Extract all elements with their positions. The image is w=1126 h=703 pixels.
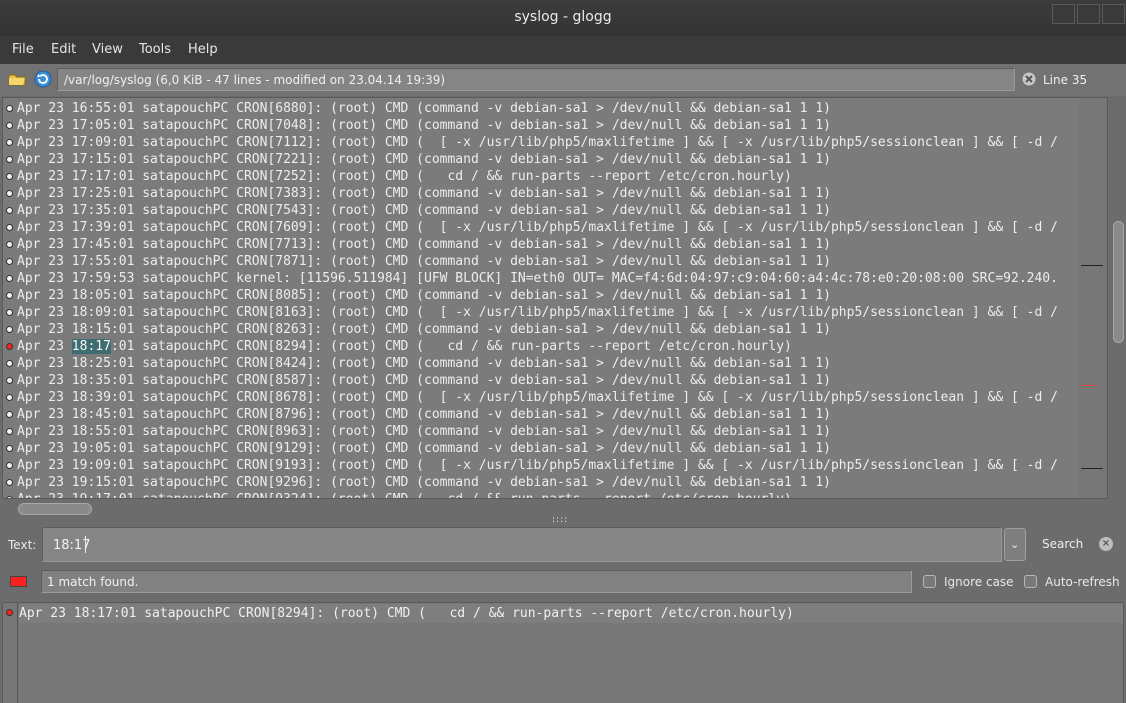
overview-match-marker xyxy=(1081,385,1097,386)
clear-search-icon[interactable]: × xyxy=(1099,537,1113,551)
log-lines: Apr 23 16:55:01 satapouchPC CRON[6880]: … xyxy=(17,100,1081,498)
line-bullet-icon xyxy=(6,462,13,469)
filtered-view[interactable]: Apr 23 18:17:01 satapouchPC CRON[8294]: … xyxy=(2,602,1124,703)
log-line[interactable]: Apr 23 19:15:01 satapouchPC CRON[9296]: … xyxy=(17,474,1081,491)
log-line[interactable]: Apr 23 17:39:01 satapouchPC CRON[7609]: … xyxy=(17,219,1081,236)
chevron-down-icon: ⌄ xyxy=(1010,538,1020,551)
overview-marker xyxy=(1081,265,1103,266)
file-path-text: /var/log/syslog (6,0 KiB - 47 lines - mo… xyxy=(64,73,446,87)
log-line[interactable]: Apr 23 17:15:01 satapouchPC CRON[7221]: … xyxy=(17,151,1081,168)
minimize-button[interactable] xyxy=(1052,4,1075,24)
line-bullet-icon xyxy=(6,156,13,163)
search-button[interactable]: Search xyxy=(1042,537,1083,551)
log-line[interactable]: Apr 23 19:09:01 satapouchPC CRON[9193]: … xyxy=(17,457,1081,474)
overview-bar[interactable] xyxy=(1079,98,1107,498)
line-bullet-icon xyxy=(6,122,13,129)
search-highlight: 18:17 xyxy=(71,339,111,354)
vertical-scroll-thumb[interactable] xyxy=(1113,221,1124,343)
log-line[interactable]: Apr 23 17:25:01 satapouchPC CRON[7383]: … xyxy=(17,185,1081,202)
menu-tools[interactable]: Tools xyxy=(139,42,171,57)
line-bullet-icon xyxy=(6,309,13,316)
ignore-case-label: Ignore case xyxy=(944,575,1014,589)
log-line[interactable]: Apr 23 18:45:01 satapouchPC CRON[8796]: … xyxy=(17,406,1081,423)
log-line[interactable]: Apr 23 18:39:01 satapouchPC CRON[8678]: … xyxy=(17,389,1081,406)
auto-refresh-checkbox[interactable] xyxy=(1024,575,1037,588)
line-bullet-icon xyxy=(6,445,13,452)
line-bullet-icon xyxy=(6,173,13,180)
bullet-gutter xyxy=(3,98,16,498)
log-line[interactable]: Apr 23 17:05:01 satapouchPC CRON[7048]: … xyxy=(17,117,1081,134)
line-bullet-icon xyxy=(6,190,13,197)
splitter-handle[interactable]: :::: xyxy=(552,516,574,525)
log-line[interactable]: Apr 23 16:55:01 satapouchPC CRON[6880]: … xyxy=(17,100,1081,117)
search-input[interactable]: 18:17 xyxy=(42,527,1002,562)
toolbar: /var/log/syslog (6,0 KiB - 47 lines - mo… xyxy=(0,64,1126,96)
title-bar: syslog - glogg xyxy=(0,0,1126,36)
menu-bar: File Edit View Tools Help xyxy=(0,36,1126,64)
log-line[interactable]: Apr 23 18:05:01 satapouchPC CRON[8085]: … xyxy=(17,287,1081,304)
log-line[interactable]: Apr 23 18:35:01 satapouchPC CRON[8587]: … xyxy=(17,372,1081,389)
line-bullet-icon xyxy=(6,207,13,214)
line-bullet-icon xyxy=(6,377,13,384)
line-bullet-icon xyxy=(6,241,13,248)
line-bullet-icon xyxy=(6,224,13,231)
log-line[interactable]: Apr 23 17:09:01 satapouchPC CRON[7112]: … xyxy=(17,134,1081,151)
search-label: Text: xyxy=(8,538,37,552)
filtered-gutter xyxy=(3,603,18,703)
log-line[interactable]: Apr 23 17:17:01 satapouchPC CRON[7252]: … xyxy=(17,168,1081,185)
line-bullet-icon xyxy=(6,105,13,112)
log-line[interactable]: Apr 23 18:25:01 satapouchPC CRON[8424]: … xyxy=(17,355,1081,372)
log-line[interactable]: Apr 23 19:17:01 satapouchPC CRON[9324]: … xyxy=(17,491,1081,498)
line-bullet-icon xyxy=(6,360,13,367)
menu-view[interactable]: View xyxy=(92,42,123,57)
maximize-button[interactable] xyxy=(1077,4,1100,24)
line-bullet-icon xyxy=(6,496,13,498)
search-status-text: 1 match found. xyxy=(47,575,139,589)
line-bullet-icon xyxy=(6,258,13,265)
line-bullet-icon xyxy=(6,275,13,282)
menu-edit[interactable]: Edit xyxy=(51,42,76,57)
filtered-line[interactable]: Apr 23 18:17:01 satapouchPC CRON[8294]: … xyxy=(19,604,1123,623)
log-view[interactable]: Apr 23 16:55:01 satapouchPC CRON[6880]: … xyxy=(2,97,1108,499)
menu-help[interactable]: Help xyxy=(188,42,218,57)
window-title: syslog - glogg xyxy=(514,9,612,25)
text-cursor xyxy=(85,536,86,553)
log-line[interactable]: Apr 23 17:35:01 satapouchPC CRON[7543]: … xyxy=(17,202,1081,219)
line-bullet-icon xyxy=(6,139,13,146)
ignore-case-checkbox[interactable] xyxy=(923,575,936,588)
log-line[interactable]: Apr 23 17:59:53 satapouchPC kernel: [115… xyxy=(17,270,1081,287)
match-bullet-icon xyxy=(6,343,13,350)
log-line[interactable]: Apr 23 18:15:01 satapouchPC CRON[8263]: … xyxy=(17,321,1081,338)
match-color-swatch[interactable] xyxy=(10,576,27,587)
log-line[interactable]: Apr 23 18:55:01 satapouchPC CRON[8963]: … xyxy=(17,423,1081,440)
line-bullet-icon xyxy=(6,326,13,333)
line-bullet-icon xyxy=(6,411,13,418)
stop-icon[interactable] xyxy=(1022,72,1036,86)
vertical-scrollbar[interactable] xyxy=(1110,97,1126,499)
line-bullet-icon xyxy=(6,428,13,435)
line-bullet-icon xyxy=(6,394,13,401)
file-path-display: /var/log/syslog (6,0 KiB - 47 lines - mo… xyxy=(57,68,1015,91)
log-line[interactable]: Apr 23 19:05:01 satapouchPC CRON[9129]: … xyxy=(17,440,1081,457)
auto-refresh-label: Auto-refresh xyxy=(1045,575,1120,589)
open-folder-icon[interactable] xyxy=(8,70,26,88)
line-bullet-icon xyxy=(6,292,13,299)
log-line[interactable]: Apr 23 17:45:01 satapouchPC CRON[7713]: … xyxy=(17,236,1081,253)
overview-marker xyxy=(1081,468,1103,469)
search-history-dropdown[interactable]: ⌄ xyxy=(1004,528,1026,561)
close-window-button[interactable] xyxy=(1102,4,1125,24)
line-bullet-icon xyxy=(6,479,13,486)
line-indicator: Line 35 xyxy=(1043,73,1088,87)
log-line[interactable]: Apr 23 17:55:01 satapouchPC CRON[7871]: … xyxy=(17,253,1081,270)
match-bullet-icon xyxy=(6,609,13,616)
reload-icon[interactable] xyxy=(34,70,52,88)
log-line[interactable]: Apr 23 18:17:01 satapouchPC CRON[8294]: … xyxy=(17,338,1081,355)
log-line[interactable]: Apr 23 18:09:01 satapouchPC CRON[8163]: … xyxy=(17,304,1081,321)
search-status: 1 match found. xyxy=(41,570,912,593)
menu-file[interactable]: File xyxy=(12,42,34,57)
horizontal-scroll-thumb[interactable] xyxy=(18,503,92,515)
